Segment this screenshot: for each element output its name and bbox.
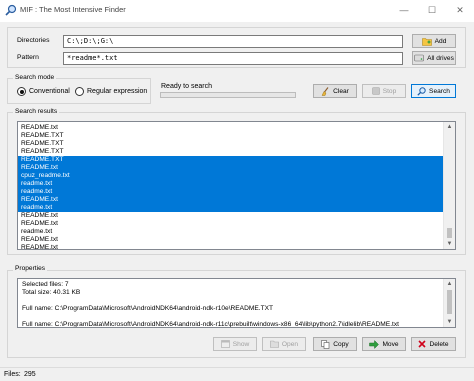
maximize-button[interactable]: ☐ (418, 0, 446, 22)
open-icon (270, 340, 279, 348)
delete-button[interactable]: Delete (411, 337, 456, 351)
window-title: MIF : The Most Intensive Finder (20, 5, 126, 14)
results-title: Search results (13, 108, 60, 115)
status-bar: Files: 295 (0, 367, 474, 381)
property-line (22, 297, 442, 305)
add-label: Add (434, 37, 447, 45)
open-button[interactable]: Open (262, 337, 306, 351)
files-count: 295 (24, 371, 36, 378)
directories-label: Directories (17, 37, 50, 44)
delete-label: Delete (429, 340, 449, 348)
property-line: Selected files: 7 (22, 281, 69, 288)
progress-bar (160, 92, 296, 98)
move-label: Move (382, 340, 399, 348)
result-row[interactable]: README.TXT (18, 132, 443, 140)
window-icon (220, 340, 230, 348)
regex-label: Regular expression (87, 88, 148, 95)
property-line (22, 313, 442, 321)
results-rows: README.txt README.TXT README.TXT README.TXT… (18, 124, 443, 249)
result-row[interactable]: readme.txt (18, 228, 443, 236)
results-list[interactable]: README.txt README.TXT README.TXT README.TXT… (17, 121, 456, 250)
result-row[interactable]: README.TXT (18, 148, 443, 156)
clear-button[interactable]: Clear (313, 84, 357, 98)
props-scroll-down-arrow[interactable]: ▼ (444, 317, 455, 327)
result-row[interactable]: cpuz_readme.txt (18, 172, 443, 180)
minimize-button[interactable]: — (390, 0, 418, 22)
clear-label: Clear (333, 87, 349, 95)
result-row[interactable]: README.txt (18, 212, 443, 220)
conventional-label: Conventional (29, 88, 70, 95)
copy-button[interactable]: Copy (313, 337, 357, 351)
drives-icon (414, 54, 424, 62)
delete-icon (418, 340, 427, 348)
search-icon (417, 86, 426, 96)
magnifier-icon (5, 4, 17, 16)
copy-icon (321, 339, 330, 349)
result-row[interactable]: README.TXT (18, 140, 443, 148)
copy-label: Copy (333, 340, 349, 348)
result-row[interactable]: readme.txt (18, 204, 443, 212)
result-row[interactable]: README.txt (18, 220, 443, 228)
result-row[interactable]: readme.txt (18, 188, 443, 196)
open-label: Open (281, 340, 299, 348)
stop-label: Stop (382, 87, 397, 95)
directories-input[interactable]: C:\;D:\;G:\ (63, 35, 403, 48)
result-row[interactable]: readme.txt (18, 180, 443, 188)
scroll-down-arrow[interactable]: ▼ (444, 239, 455, 249)
add-button[interactable]: Add (412, 34, 456, 48)
result-row[interactable]: README.txt (18, 236, 443, 244)
properties-scrollbar[interactable]: ▲ ▼ (443, 279, 455, 327)
move-icon (369, 339, 380, 349)
title-bar: MIF : The Most Intensive Finder — ☐ ✕ (0, 0, 474, 22)
pattern-input[interactable]: *readme*.txt (63, 52, 403, 65)
result-row[interactable]: README.TXT (18, 156, 443, 164)
move-button[interactable]: Move (362, 337, 406, 351)
files-label: Files: (4, 371, 21, 378)
regex-option[interactable]: Regular expression (75, 87, 147, 96)
result-row[interactable]: README.txt (18, 244, 443, 249)
property-line: Full name: C:\ProgramData\Microsoft\Andr… (22, 321, 399, 328)
regex-radio[interactable] (75, 87, 84, 96)
status-text: Ready to search (161, 83, 212, 90)
stop-button[interactable]: Stop (362, 84, 406, 98)
property-line: Total size: 40.31 KB (22, 289, 81, 296)
all-drives-button[interactable]: All drives (412, 51, 456, 65)
result-row[interactable]: README.txt (18, 124, 443, 132)
all-drives-label: All drives (427, 54, 454, 62)
search-button[interactable]: Search (411, 84, 456, 98)
search-label: Search (429, 87, 450, 95)
result-row[interactable]: README.txt (18, 164, 443, 172)
search-mode-title: Search mode (13, 74, 57, 81)
scroll-thumb[interactable] (447, 228, 452, 238)
props-scroll-thumb[interactable] (447, 290, 452, 314)
props-scroll-up-arrow[interactable]: ▲ (444, 279, 455, 289)
close-button[interactable]: ✕ (446, 0, 474, 22)
properties-text: Selected files: 7 Total size: 40.31 KB Ful… (22, 281, 442, 328)
property-line: Full name: C:\ProgramData\Microsoft\Andr… (22, 305, 274, 312)
scroll-up-arrow[interactable]: ▲ (444, 122, 455, 132)
result-row[interactable]: README.txt (18, 196, 443, 204)
conventional-option[interactable]: Conventional (17, 87, 70, 96)
pattern-label: Pattern (17, 54, 39, 61)
properties-box[interactable]: Selected files: 7 Total size: 40.31 KB Ful… (17, 278, 456, 328)
folder-plus-icon (421, 37, 432, 46)
show-label: Show (232, 340, 250, 348)
results-scrollbar[interactable]: ▲ ▼ (443, 122, 455, 249)
properties-title: Properties (13, 265, 48, 272)
stop-icon (371, 87, 380, 95)
show-button[interactable]: Show (213, 337, 257, 351)
conventional-radio[interactable] (17, 87, 26, 96)
broom-icon (321, 86, 329, 96)
